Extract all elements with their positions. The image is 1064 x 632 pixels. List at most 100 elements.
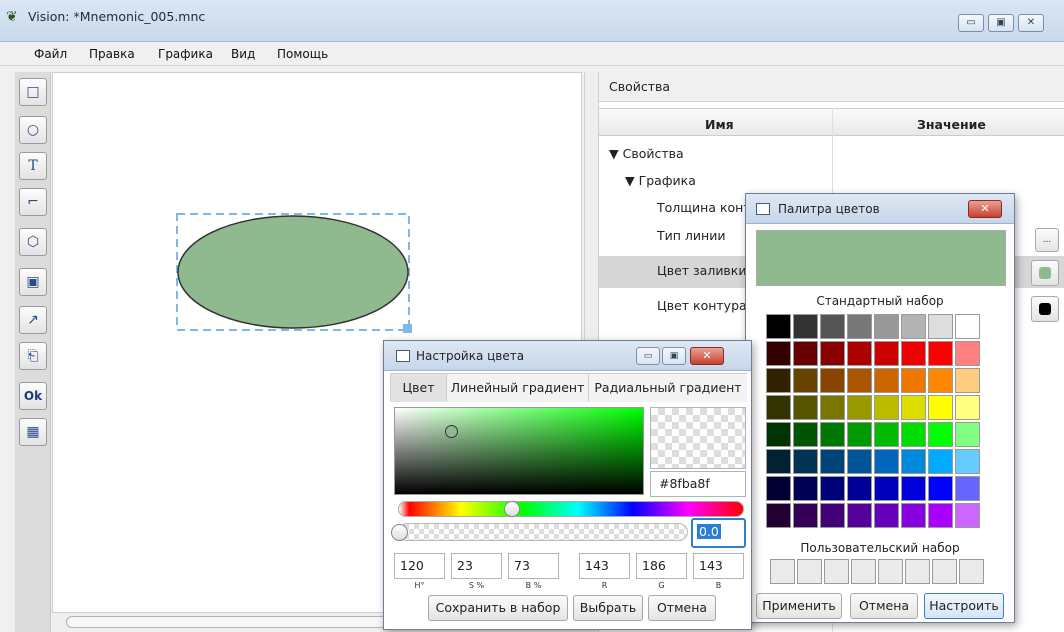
color-swatch[interactable] [928, 503, 953, 528]
custom-color-slot[interactable] [878, 559, 903, 584]
color-picker-handle[interactable] [445, 425, 458, 438]
color-swatch[interactable] [820, 314, 845, 339]
color-swatch[interactable] [820, 368, 845, 393]
color-swatch[interactable] [847, 449, 872, 474]
custom-color-slot[interactable] [824, 559, 849, 584]
custom-color-slot[interactable] [932, 559, 957, 584]
color-swatch[interactable] [847, 314, 872, 339]
color-swatch[interactable] [820, 422, 845, 447]
color-swatch[interactable] [847, 476, 872, 501]
tree-row[interactable]: ▼ Графика [599, 173, 1064, 188]
color-swatch[interactable] [793, 422, 818, 447]
menu-edit[interactable]: Правка [89, 47, 135, 61]
color-swatch[interactable] [901, 503, 926, 528]
color-cancel-button[interactable]: Отмена [648, 595, 716, 621]
color-swatch[interactable] [793, 314, 818, 339]
color-swatch[interactable] [874, 422, 899, 447]
color-swatch[interactable] [874, 449, 899, 474]
menu-help[interactable]: Помощь [277, 47, 328, 61]
color-swatch[interactable] [766, 449, 791, 474]
color-swatch[interactable] [820, 341, 845, 366]
color-swatch[interactable] [955, 503, 980, 528]
color-swatch[interactable] [847, 368, 872, 393]
color-swatch[interactable] [928, 341, 953, 366]
color-swatch[interactable] [955, 314, 980, 339]
ok-tool-button[interactable]: Ok [19, 382, 47, 410]
polygon-tool-button[interactable]: ⬡ [19, 228, 47, 256]
color-swatch[interactable] [901, 476, 926, 501]
alpha-input[interactable]: 0.0 [691, 518, 746, 548]
color-swatch[interactable] [955, 449, 980, 474]
color-swatch[interactable] [955, 422, 980, 447]
color-swatch[interactable] [955, 395, 980, 420]
configure-button[interactable]: Настроить [924, 593, 1004, 619]
color-dialog-minimize-button[interactable]: ▭ [636, 347, 660, 365]
custom-color-slot[interactable] [959, 559, 984, 584]
color-swatch[interactable] [928, 368, 953, 393]
color-swatch[interactable] [874, 503, 899, 528]
palette-cancel-button[interactable]: Отмена [850, 593, 918, 619]
color-swatch[interactable] [901, 314, 926, 339]
color-swatch[interactable] [874, 368, 899, 393]
save-to-set-button[interactable]: Сохранить в набор [428, 595, 568, 621]
fill-color-button[interactable] [1031, 260, 1059, 286]
color-swatch[interactable] [874, 395, 899, 420]
line-type-more-button[interactable]: ... [1035, 228, 1059, 252]
color-swatch[interactable] [766, 422, 791, 447]
hue-input[interactable]: 120 [394, 553, 445, 579]
custom-color-slot[interactable] [905, 559, 930, 584]
color-swatch[interactable] [766, 476, 791, 501]
hue-slider[interactable] [398, 501, 744, 517]
color-swatch[interactable] [901, 395, 926, 420]
color-swatch[interactable] [820, 503, 845, 528]
color-swatch[interactable] [847, 341, 872, 366]
color-swatch[interactable] [766, 314, 791, 339]
color-swatch[interactable] [901, 368, 926, 393]
color-swatch[interactable] [901, 449, 926, 474]
alpha-slider[interactable] [391, 523, 688, 541]
color-swatch[interactable] [766, 368, 791, 393]
grid-tool-button[interactable]: ▦ [19, 418, 47, 446]
color-swatch[interactable] [955, 476, 980, 501]
minimize-button[interactable]: ▭ [958, 14, 984, 32]
text-tool-button[interactable]: T [19, 152, 47, 180]
tab-linear-gradient[interactable]: Линейный градиент [447, 374, 589, 402]
tree-row[interactable]: ▼ Свойства [599, 146, 1064, 161]
color-swatch[interactable] [793, 368, 818, 393]
hex-input[interactable]: #8fba8f [650, 471, 746, 497]
red-input[interactable]: 143 [579, 553, 630, 579]
color-swatch[interactable] [847, 422, 872, 447]
color-swatch[interactable] [901, 422, 926, 447]
ellipse-tool-button[interactable]: ○ [19, 116, 47, 144]
menu-file[interactable]: Файл [34, 47, 67, 61]
color-swatch[interactable] [928, 449, 953, 474]
color-swatch[interactable] [766, 503, 791, 528]
tab-color[interactable]: Цвет [391, 374, 447, 402]
stroke-color-button[interactable] [1031, 296, 1059, 322]
polyline-tool-button[interactable]: ⌐ [19, 188, 47, 216]
color-swatch[interactable] [928, 476, 953, 501]
color-swatch[interactable] [766, 341, 791, 366]
palette-close-button[interactable]: ✕ [968, 200, 1002, 218]
custom-color-slot[interactable] [770, 559, 795, 584]
saturation-brightness-field[interactable] [394, 407, 644, 495]
color-swatch[interactable] [793, 476, 818, 501]
color-swatch[interactable] [874, 476, 899, 501]
color-swatch[interactable] [874, 314, 899, 339]
hue-slider-thumb[interactable] [503, 501, 520, 517]
column-value-header[interactable]: Значение [917, 117, 986, 132]
resize-handle[interactable] [403, 324, 412, 333]
custom-color-slot[interactable] [851, 559, 876, 584]
close-window-button[interactable]: ✕ [1018, 14, 1044, 32]
menu-view[interactable]: Вид [231, 47, 255, 61]
tab-radial-gradient[interactable]: Радиальный градиент [589, 374, 747, 402]
chart-tool-button[interactable]: ↗ [19, 306, 47, 334]
color-dialog-close-button[interactable]: ✕ [690, 347, 724, 365]
menu-graphics[interactable]: Графика [158, 47, 213, 61]
saturation-input[interactable]: 23 [451, 553, 502, 579]
color-swatch[interactable] [901, 341, 926, 366]
color-swatch[interactable] [820, 449, 845, 474]
color-swatch[interactable] [793, 449, 818, 474]
color-swatch[interactable] [766, 395, 791, 420]
color-swatch[interactable] [955, 341, 980, 366]
